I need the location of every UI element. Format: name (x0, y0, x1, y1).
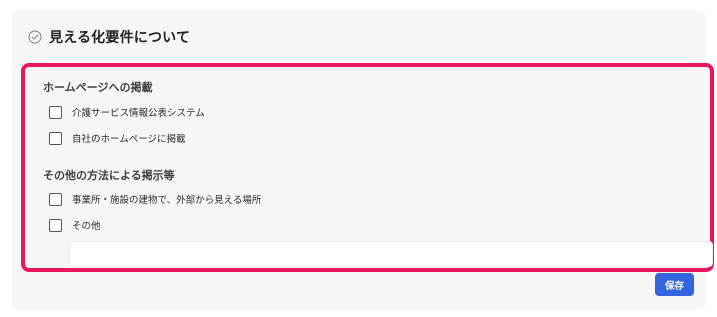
save-button[interactable]: 保存 (655, 273, 694, 296)
option-label: 自社のホームページに掲載 (72, 134, 186, 145)
section-title-other-methods: その他の方法による掲示等 (43, 169, 175, 182)
option-own-homepage[interactable]: 自社のホームページに掲載 (49, 131, 186, 145)
requirements-card: 見える化要件について ホームページへの掲載 介護サービス情報公表システム 自社の… (12, 10, 714, 310)
card-header: 見える化要件について (28, 27, 190, 47)
option-public-info-system[interactable]: 介護サービス情報公表システム (49, 105, 205, 119)
checkbox-public-info-system[interactable] (49, 105, 62, 119)
section-title-homepage: ホームページへの掲載 (43, 81, 153, 94)
page: 見える化要件について ホームページへの掲載 介護サービス情報公表システム 自社の… (0, 0, 717, 317)
checkbox-own-homepage[interactable] (49, 131, 62, 145)
highlighted-options-panel: ホームページへの掲載 介護サービス情報公表システム 自社のホームページに掲載 そ… (21, 63, 714, 272)
checkbox-other[interactable] (49, 218, 62, 232)
option-label: その他 (72, 221, 101, 232)
option-building-display[interactable]: 事業所・施設の建物で、外部から見える場所 (49, 192, 261, 206)
option-other[interactable]: その他 (49, 218, 101, 232)
option-label: 介護サービス情報公表システム (72, 108, 205, 119)
option-label: 事業所・施設の建物で、外部から見える場所 (72, 195, 262, 206)
other-text-input[interactable] (69, 241, 713, 267)
check-circle-icon (28, 30, 42, 44)
card-title: 見える化要件について (49, 30, 191, 46)
checkbox-building-display[interactable] (49, 192, 62, 206)
